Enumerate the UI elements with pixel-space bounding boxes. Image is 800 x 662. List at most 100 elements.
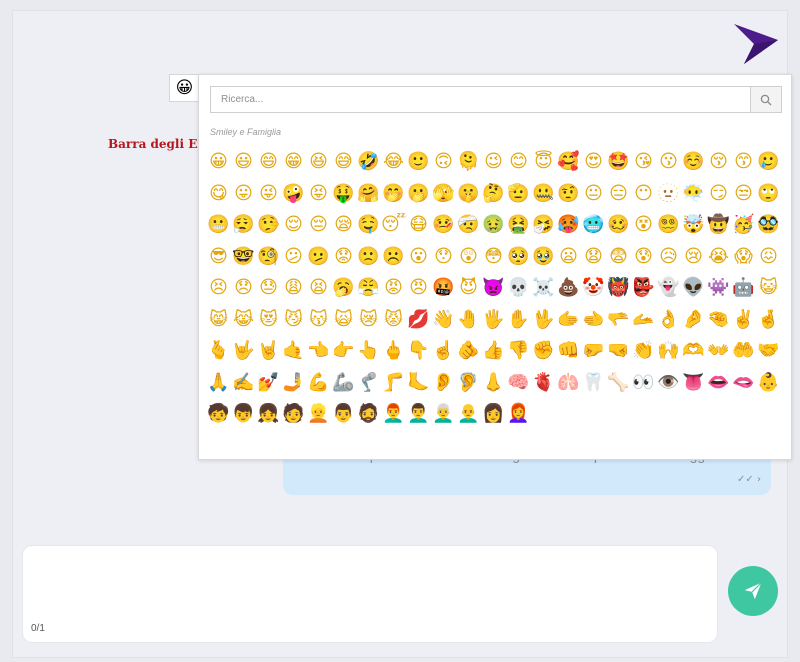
emoji-item[interactable]: 👨‍🦳 (431, 398, 456, 430)
emoji-item[interactable]: 🤤 (356, 209, 381, 241)
emoji-item[interactable]: 😶‍🌫️ (681, 178, 706, 210)
emoji-item[interactable]: 🫶 (681, 335, 706, 367)
emoji-item[interactable]: 😵‍💫 (656, 209, 681, 241)
emoji-item[interactable]: 🧒 (206, 398, 231, 430)
emoji-item[interactable]: ☝️ (431, 335, 456, 367)
emoji-item[interactable]: 👂 (431, 367, 456, 399)
emoji-item[interactable]: 🤧 (531, 209, 556, 241)
emoji-item[interactable]: 🤔 (481, 178, 506, 210)
emoji-item[interactable]: 😣 (206, 272, 231, 304)
emoji-item[interactable]: 🫱 (556, 304, 581, 336)
emoji-item[interactable]: 👋 (431, 304, 456, 336)
emoji-item[interactable]: 😠 (406, 272, 431, 304)
message-composer[interactable]: 0/1 (22, 545, 718, 643)
emoji-item[interactable]: 👃 (481, 367, 506, 399)
emoji-item[interactable]: 🥱 (331, 272, 356, 304)
emoji-item[interactable]: 👨‍🦱 (406, 398, 431, 430)
emoji-item[interactable]: 👇 (406, 335, 431, 367)
emoji-item[interactable]: 👄 (706, 367, 731, 399)
emoji-item[interactable]: 😍 (581, 146, 606, 178)
emoji-item[interactable]: 🤳 (281, 367, 306, 399)
emoji-item[interactable]: ☺️ (681, 146, 706, 178)
emoji-item[interactable]: 😲 (456, 241, 481, 273)
emoji-item[interactable]: 🦴 (606, 367, 631, 399)
emoji-item[interactable]: 😈 (456, 272, 481, 304)
emoji-item[interactable]: 😩 (281, 272, 306, 304)
emoji-item[interactable]: 😤 (356, 272, 381, 304)
emoji-item[interactable]: 👻 (656, 272, 681, 304)
emoji-item[interactable]: 🤕 (456, 209, 481, 241)
emoji-item[interactable]: 😙 (731, 146, 756, 178)
emoji-item[interactable]: 👧 (256, 398, 281, 430)
emoji-item[interactable]: 😾 (381, 304, 406, 336)
emoji-item[interactable]: 😋 (206, 178, 231, 210)
emoji-item[interactable]: 🤡 (581, 272, 606, 304)
emoji-item[interactable]: 🫡 (506, 178, 531, 210)
emoji-item[interactable]: 🤑 (331, 178, 356, 210)
emoji-item[interactable]: 🫦 (731, 367, 756, 399)
emoji-item[interactable]: 😧 (581, 241, 606, 273)
emoji-item[interactable]: 🤩 (606, 146, 631, 178)
emoji-item[interactable]: 😢 (681, 241, 706, 273)
emoji-item[interactable]: 😶 (631, 178, 656, 210)
emoji-item[interactable]: 🫳 (606, 304, 631, 336)
emoji-item[interactable]: 😫 (306, 272, 331, 304)
emoji-item[interactable]: ✌️ (731, 304, 756, 336)
emoji-item[interactable]: 👎 (506, 335, 531, 367)
emoji-item[interactable]: 🤜 (606, 335, 631, 367)
emoji-item[interactable]: 😃 (231, 146, 256, 178)
emoji-item[interactable]: 👏 (631, 335, 656, 367)
emoji-item[interactable]: 🤐 (531, 178, 556, 210)
emoji-item[interactable]: 💀 (506, 272, 531, 304)
emoji-item[interactable]: 😽 (306, 304, 331, 336)
emoji-item[interactable]: 👨 (331, 398, 356, 430)
search-button[interactable] (750, 87, 781, 112)
emoji-item[interactable]: 😐 (581, 178, 606, 210)
emoji-item[interactable]: 🤪 (281, 178, 306, 210)
emoji-item[interactable]: 🦾 (331, 367, 356, 399)
emoji-item[interactable]: 😕 (281, 241, 306, 273)
emoji-item[interactable]: 🫠 (456, 146, 481, 178)
emoji-item[interactable]: 😮 (406, 241, 431, 273)
emoji-item[interactable]: 🙂 (406, 146, 431, 178)
emoji-item[interactable]: 🙃 (431, 146, 456, 178)
emoji-item[interactable]: 😌 (281, 209, 306, 241)
emoji-item[interactable]: 🤗 (356, 178, 381, 210)
emoji-item[interactable]: 🤏 (706, 304, 731, 336)
emoji-item[interactable]: 👽 (681, 272, 706, 304)
emoji-item[interactable]: 🥳 (731, 209, 756, 241)
emoji-item[interactable]: 😷 (406, 209, 431, 241)
emoji-item[interactable]: 👹 (606, 272, 631, 304)
emoji-item[interactable]: 🦶 (406, 367, 431, 399)
send-button[interactable] (728, 566, 778, 616)
emoji-item[interactable]: 😳 (481, 241, 506, 273)
emoji-item[interactable]: 🙌 (656, 335, 681, 367)
emoji-item[interactable]: 😄 (256, 146, 281, 178)
emoji-item[interactable]: 🤖 (731, 272, 756, 304)
emoji-item[interactable]: 🖖 (531, 304, 556, 336)
emoji-item[interactable]: 👾 (706, 272, 731, 304)
emoji-item[interactable]: ☹️ (381, 241, 406, 273)
emoji-item[interactable]: 😯 (431, 241, 456, 273)
emoji-item[interactable]: 🙏 (206, 367, 231, 399)
emoji-item[interactable]: 🥹 (531, 241, 556, 273)
emoji-item[interactable]: 😮‍💨 (231, 209, 256, 241)
emoji-item[interactable]: 🫵 (456, 335, 481, 367)
emoji-item[interactable]: 🖕 (381, 335, 406, 367)
emoji-item[interactable]: 😺 (756, 272, 781, 304)
emoji-item[interactable]: 😨 (606, 241, 631, 273)
emoji-item[interactable]: 🫀 (531, 367, 556, 399)
emoji-item[interactable]: 👆 (356, 335, 381, 367)
emoji-item[interactable]: 😭 (706, 241, 731, 273)
emoji-item[interactable]: 👌 (656, 304, 681, 336)
emoji-item[interactable]: 😴 (381, 209, 406, 241)
emoji-item[interactable]: 🤙 (281, 335, 306, 367)
emoji-item[interactable]: 😪 (331, 209, 356, 241)
emoji-item[interactable]: 🖐️ (481, 304, 506, 336)
emoji-item[interactable]: 🫰 (206, 335, 231, 367)
emoji-item[interactable]: 🥺 (506, 241, 531, 273)
emoji-item[interactable]: 💩 (556, 272, 581, 304)
emoji-item[interactable]: 🫣 (431, 178, 456, 210)
emoji-item[interactable]: 👩‍🦰 (506, 398, 531, 430)
emoji-item[interactable]: 🥰 (556, 146, 581, 178)
